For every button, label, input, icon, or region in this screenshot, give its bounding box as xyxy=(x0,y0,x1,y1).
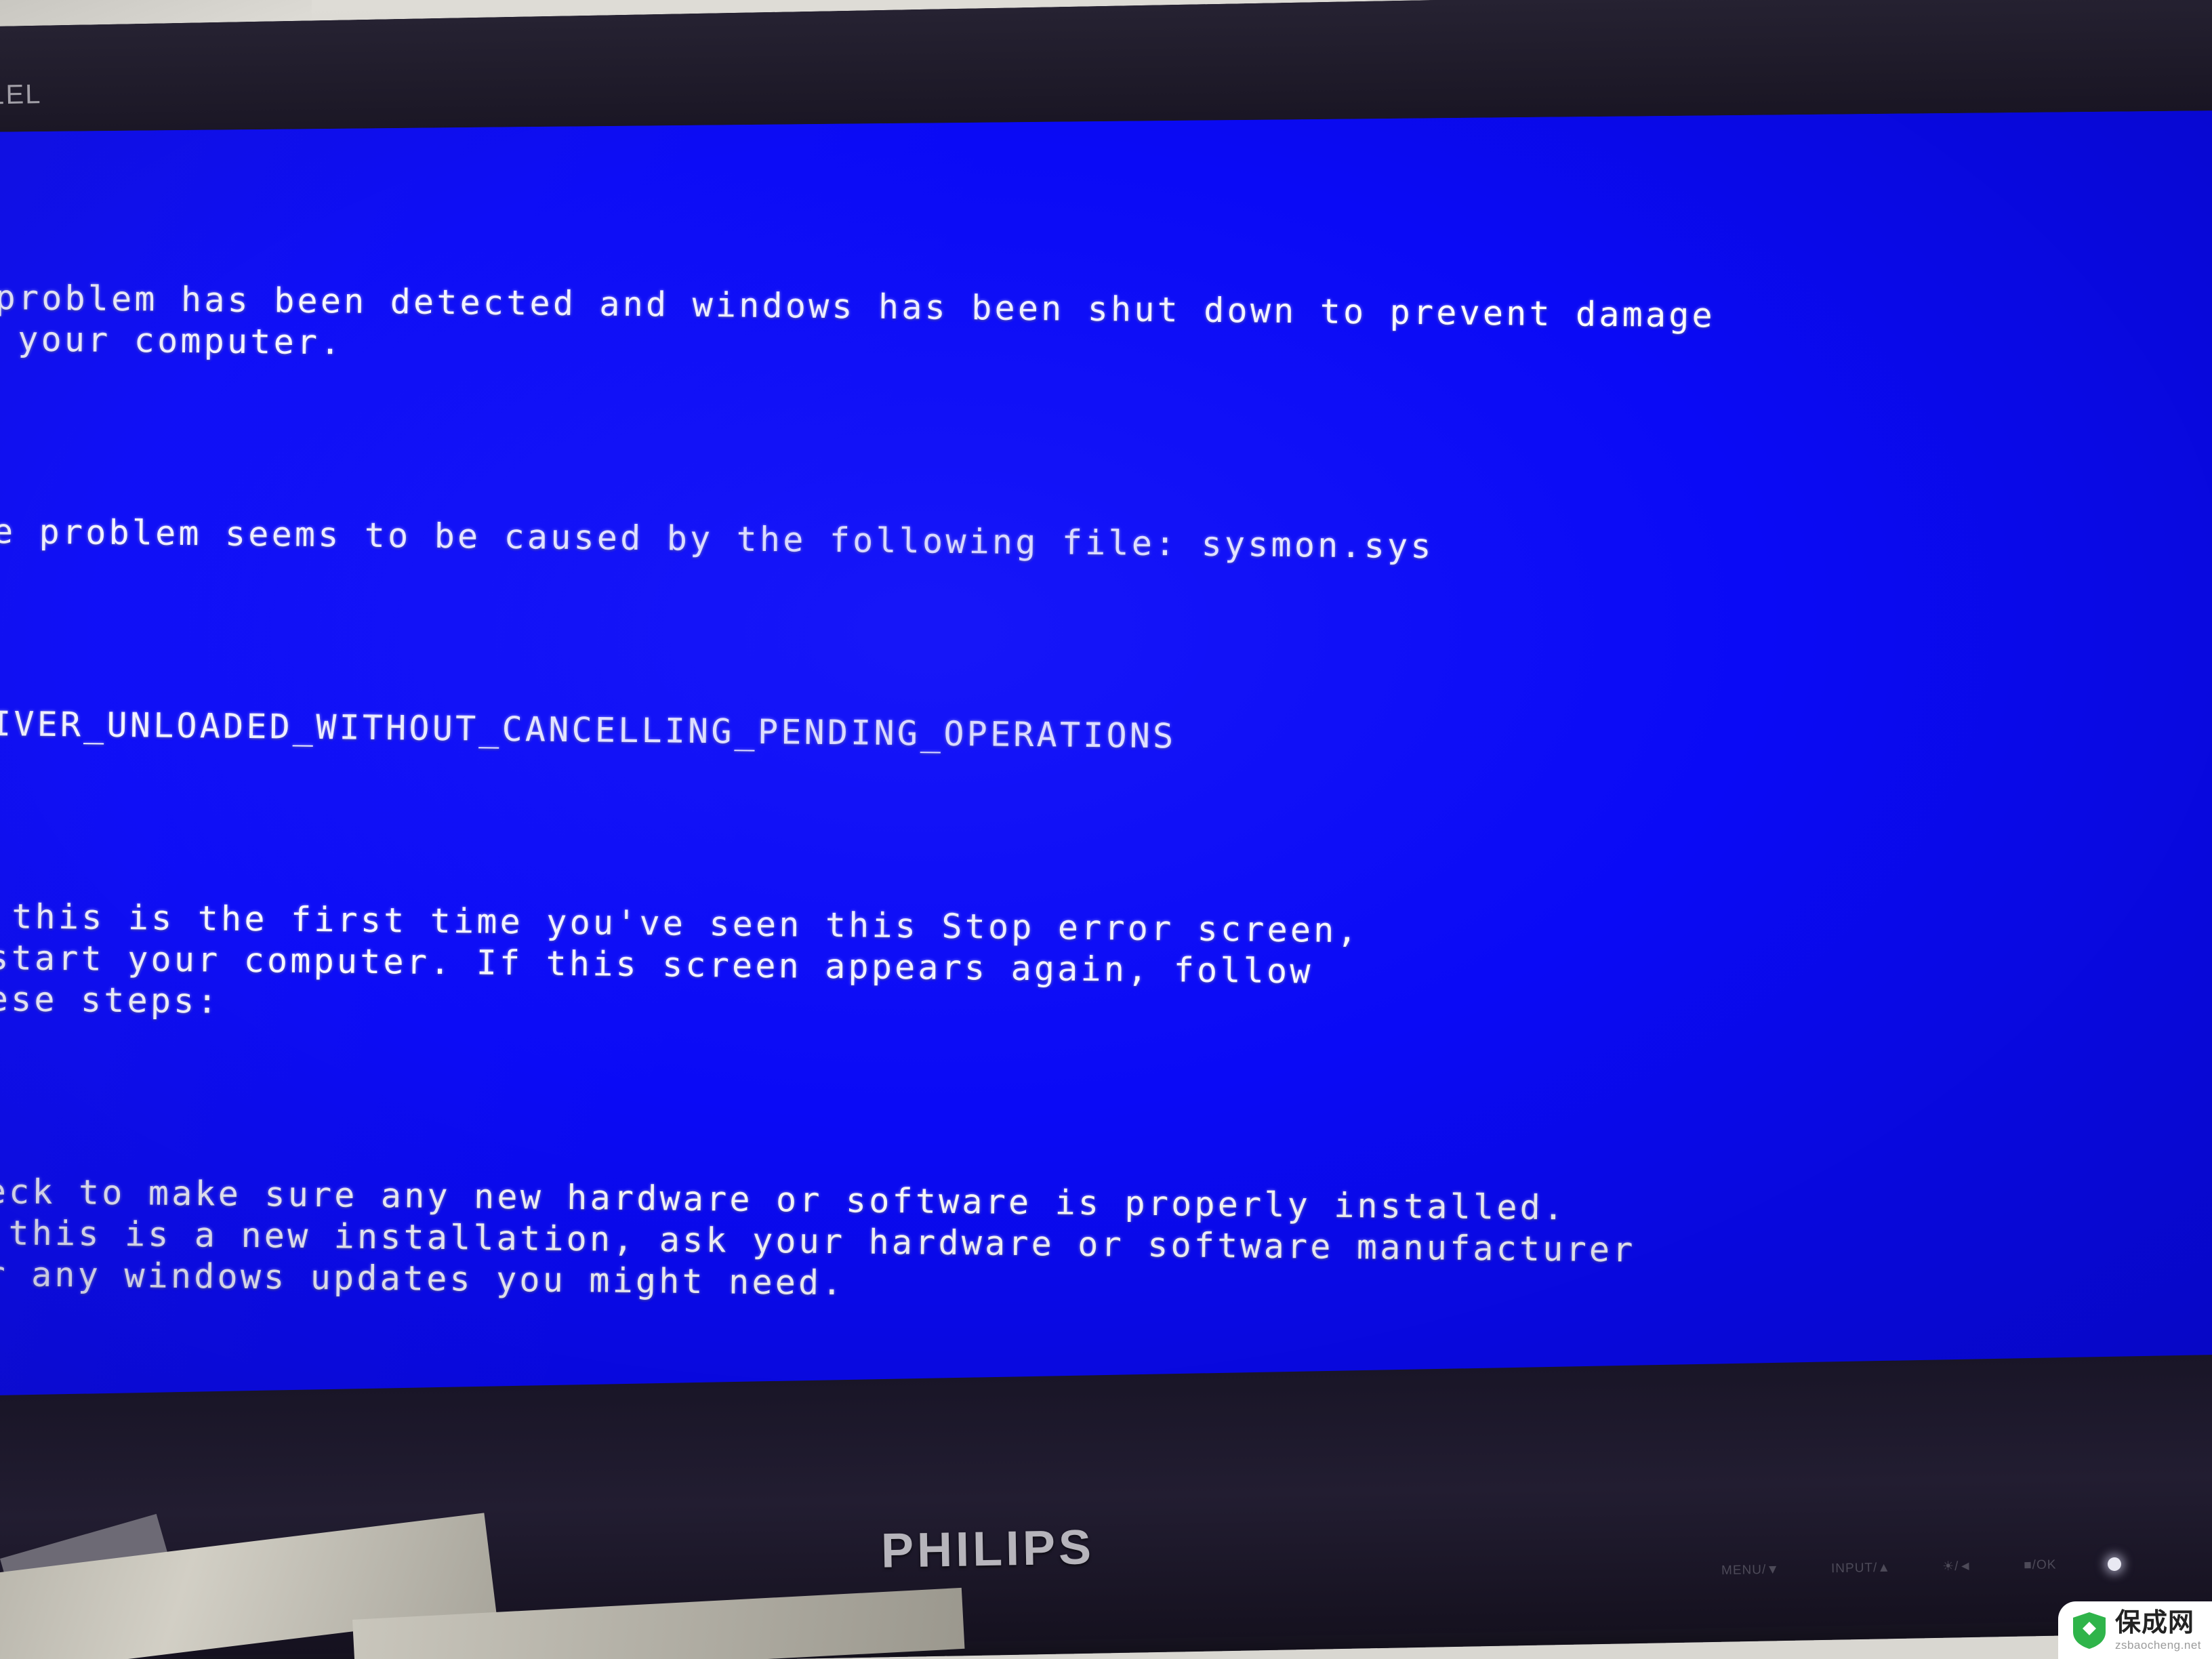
power-led-indicator[interactable] xyxy=(2108,1557,2122,1571)
watermark-texts: 保成网 zsbaocheng.net xyxy=(2115,1610,2201,1651)
bsod-check-line-3: for any windows updates you might need. xyxy=(0,1254,846,1303)
shield-icon xyxy=(2072,1612,2106,1649)
bsod-error-code-paragraph: DRIVER_UNLOADED_WITHOUT_CANCELLING_PENDI… xyxy=(0,703,2212,769)
screen-surface: A problem has been detected and windows … xyxy=(0,110,2212,1399)
bsod-first-time-line-3: these steps: xyxy=(0,979,221,1021)
watermark-site-name: 保成网 xyxy=(2114,1607,2194,1637)
site-watermark: 保成网 zsbaocheng.net xyxy=(2057,1601,2212,1659)
bsod-intro-line-2: to your computer. xyxy=(18,319,344,363)
bsod-check-paragraph: Check to make sure any new hardware or s… xyxy=(0,1170,2212,1319)
photo-scene: 21EL A problem has been detected and win… xyxy=(0,0,2212,1659)
bsod-cause-line: The problem seems to be caused by the fo… xyxy=(0,511,1435,567)
osd-button-input[interactable]: INPUT/▲ xyxy=(1831,1560,1891,1576)
bsod-cause-paragraph: The problem seems to be caused by the fo… xyxy=(0,510,2212,577)
osd-button-brightness[interactable]: ☀/◄ xyxy=(1942,1559,1973,1575)
philips-brand-logo: PHILIPS xyxy=(880,1520,1095,1578)
bsod-text-block: A problem has been detected and windows … xyxy=(0,152,2212,1399)
monitor-screen: A problem has been detected and windows … xyxy=(0,110,2212,1399)
watermark-site-url: zsbaocheng.net xyxy=(2114,1639,2201,1652)
bsod-intro-paragraph: A problem has been detected and windows … xyxy=(0,276,2212,384)
bsod-first-time-paragraph: If this is the first time you've seen th… xyxy=(0,895,2212,1044)
osd-button-menu[interactable]: MENU/▼ xyxy=(1721,1562,1780,1578)
bezel-model-label: 21EL xyxy=(0,79,42,110)
bsod-error-code: DRIVER_UNLOADED_WITHOUT_CANCELLING_PENDI… xyxy=(0,703,1176,756)
osd-button-ok[interactable]: ■/OK xyxy=(2024,1557,2057,1573)
